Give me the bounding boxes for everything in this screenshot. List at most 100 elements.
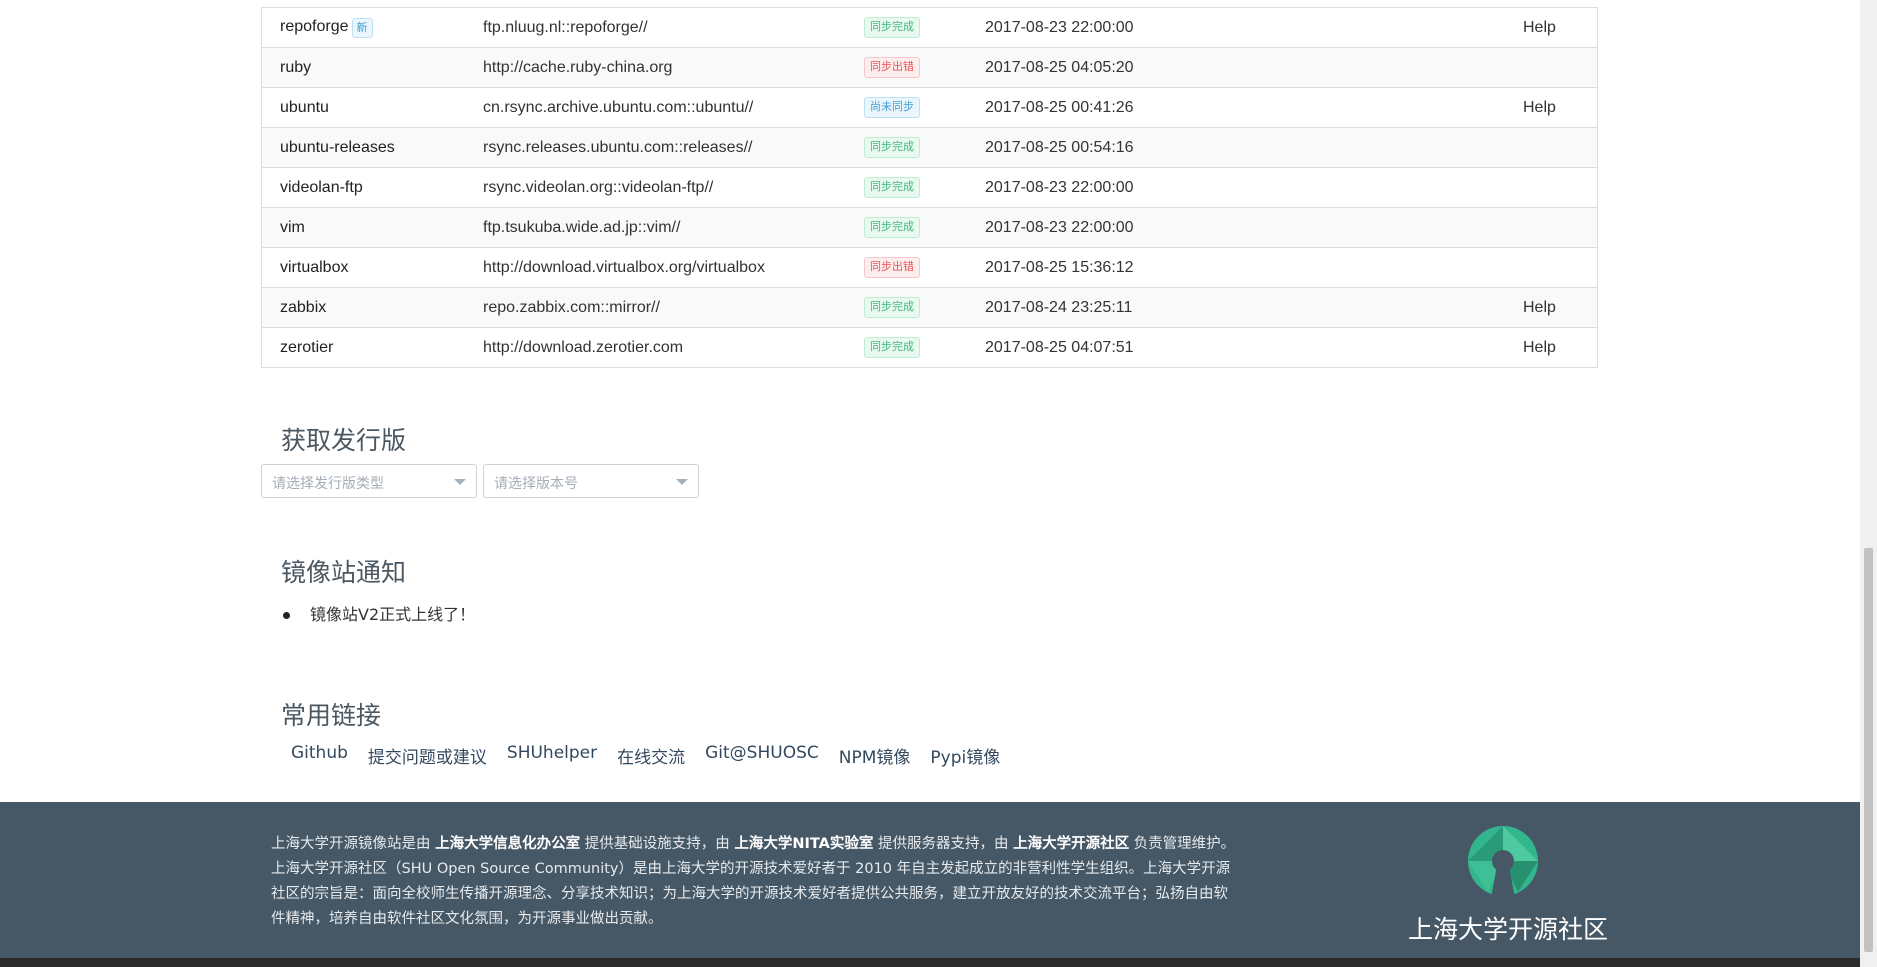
mirror-name: ubuntu [280, 98, 329, 116]
mirror-name-cell: zabbix [261, 287, 465, 328]
notice-list: 镜像站V2正式上线了！ [283, 602, 475, 628]
mirror-status-cell: 同步完成 [846, 167, 967, 208]
mirror-name-cell: ruby [261, 47, 465, 88]
mirror-status-cell: 同步出错 [846, 247, 967, 288]
footer-bottom-bar [0, 958, 1860, 967]
footer-suffix: 负责管理维护。 [1129, 836, 1236, 852]
notice-section-title: 镜像站通知 [281, 558, 407, 587]
link-shuhelper[interactable]: SHUhelper [507, 743, 597, 768]
mirror-last-sync: 2017-08-24 23:25:11 [967, 287, 1505, 328]
distro-type-select[interactable]: 请选择发行版类型 [261, 464, 477, 498]
footer-logo: 上海大学开源社区 [1408, 826, 1608, 946]
status-badge: 同步出错 [864, 257, 920, 278]
mirror-table-body: repoforge 新 ftp.nluug.nl::repoforge//同步完成 2… [261, 8, 1598, 368]
mirror-name-cell: ubuntu-releases [261, 127, 465, 168]
vertical-scrollbar[interactable] [1860, 0, 1877, 967]
status-badge: 同步完成 [864, 337, 920, 358]
mirror-last-sync: 2017-08-25 04:05:20 [967, 47, 1505, 88]
status-badge: 同步出错 [864, 57, 920, 78]
footer-mid2: 提供服务器支持，由 [873, 836, 1014, 852]
links-section-title: 常用链接 [281, 701, 382, 730]
mirror-upstream: repo.zabbix.com::mirror// [465, 287, 846, 328]
notice-item: 镜像站V2正式上线了！ [283, 602, 475, 628]
mirror-name-cell: zerotier [261, 327, 465, 368]
version-placeholder: 请选择版本号 [494, 476, 578, 492]
mirror-last-sync: 2017-08-23 22:00:00 [967, 207, 1505, 248]
help-link[interactable]: Help [1523, 19, 1556, 36]
release-section-title: 获取发行版 [281, 426, 407, 455]
scrollbar-thumb[interactable] [1864, 548, 1873, 952]
mirror-last-sync: 2017-08-25 00:41:26 [967, 87, 1505, 128]
mirror-status-cell: 同步完成 [846, 207, 967, 248]
mirror-name: zabbix [280, 298, 327, 316]
mirror-name: vim [280, 218, 305, 236]
distro-type-placeholder: 请选择发行版类型 [272, 476, 384, 492]
mirror-status-cell: 同步完成 [846, 127, 967, 168]
link-npm-mirror[interactable]: NPM镜像 [839, 743, 911, 768]
page: repoforge 新 ftp.nluug.nl::repoforge//同步完成 2… [0, 0, 1860, 967]
chevron-down-icon [676, 479, 688, 485]
bullet-icon [283, 612, 290, 619]
mirror-help-cell: Help [1505, 327, 1598, 368]
link-pypi-mirror[interactable]: Pypi镜像 [930, 743, 1000, 768]
mirror-last-sync: 2017-08-25 15:36:12 [967, 247, 1505, 288]
help-link[interactable]: Help [1523, 339, 1556, 356]
mirror-upstream: rsync.releases.ubuntu.com::releases// [465, 127, 846, 168]
table-row: videolan-ftp rsync.videolan.org::videolan… [261, 167, 1598, 208]
footer-org-info-office: 上海大学信息化办公室 [435, 836, 581, 852]
mirror-help-cell [1505, 207, 1598, 248]
mirror-name: zerotier [280, 338, 334, 356]
mirror-upstream: http://download.zerotier.com [465, 327, 846, 368]
mirror-last-sync: 2017-08-25 00:54:16 [967, 127, 1505, 168]
mirror-help-cell: Help [1505, 287, 1598, 328]
mirror-upstream: rsync.videolan.org::videolan-ftp// [465, 167, 846, 208]
mirror-name: virtualbox [280, 258, 349, 276]
mirror-status-cell: 同步出错 [846, 47, 967, 88]
mirror-status-cell: 尚未同步 [846, 87, 967, 128]
mirror-help-cell [1505, 247, 1598, 288]
mirror-status-cell: 同步完成 [846, 287, 967, 328]
link-feedback[interactable]: 提交问题或建议 [368, 743, 487, 768]
footer-description: 上海大学开源社区（SHU Open Source Community）是由上海大… [271, 861, 1231, 927]
mirror-help-cell [1505, 47, 1598, 88]
table-row: ruby http://cache.ruby-china.org 同步出错 2017-… [261, 47, 1598, 88]
mirror-upstream: cn.rsync.archive.ubuntu.com::ubuntu// [465, 87, 846, 128]
mirror-last-sync: 2017-08-23 22:00:00 [985, 18, 1134, 36]
new-badge: 新 [351, 17, 373, 38]
table-row: ubuntu-releases rsync.releases.ubuntu.com… [261, 127, 1598, 168]
mirror-help-cell [1505, 127, 1598, 168]
mirror-name: repoforge [280, 17, 349, 35]
status-badge: 同步完成 [864, 217, 920, 238]
footer: 上海大学开源镜像站是由 上海大学信息化办公室 提供基础设施支持，由 上海大学NI… [0, 802, 1860, 967]
link-online-chat[interactable]: 在线交流 [617, 743, 685, 768]
status-badge: 同步完成 [864, 137, 920, 158]
chevron-down-icon [454, 479, 466, 485]
footer-org-community: 上海大学开源社区 [1013, 836, 1130, 852]
table-row: vim ftp.tsukuba.wide.ad.jp::vim// 同步完成 2017… [261, 207, 1598, 248]
footer-logo-text: 上海大学开源社区 [1408, 915, 1609, 944]
table-row: ubuntu cn.rsync.archive.ubuntu.com::ubunt… [261, 87, 1598, 128]
version-select[interactable]: 请选择版本号 [483, 464, 699, 498]
mirror-help-cell: Help [1505, 8, 1598, 48]
mirror-upstream: http://download.virtualbox.org/virtualbo… [465, 247, 846, 288]
mirror-name-cell: vim [261, 207, 465, 248]
footer-mid1: 提供基础设施支持，由 [580, 836, 735, 852]
table-row: zerotier http://download.zerotier.com 同步完成… [261, 327, 1598, 368]
help-link[interactable]: Help [1523, 299, 1556, 316]
mirror-name: videolan-ftp [280, 178, 363, 196]
footer-org-nita-lab: 上海大学NITA实验室 [734, 836, 874, 852]
mirror-upstream: ftp.tsukuba.wide.ad.jp::vim// [465, 207, 846, 248]
status-badge: 尚未同步 [864, 97, 920, 118]
mirror-help-cell: Help [1505, 87, 1598, 128]
mirror-name-cell: repoforge 新 [262, 8, 466, 48]
open-source-keyhole-logo-icon [1468, 826, 1538, 898]
footer-support-line: 上海大学开源镜像站是由 上海大学信息化办公室 提供基础设施支持，由 上海大学NI… [271, 832, 1241, 857]
mirror-status-cell: 同步完成 [846, 8, 967, 48]
status-badge: 同步完成 [864, 17, 920, 38]
link-github[interactable]: Github [291, 743, 348, 768]
mirror-last-sync: 2017-08-23 22:00:00 [967, 167, 1505, 208]
mirror-name-cell: videolan-ftp [261, 167, 465, 208]
mirror-help-cell [1505, 167, 1598, 208]
help-link[interactable]: Help [1523, 99, 1556, 116]
link-git-shuosc[interactable]: Git@SHUOSC [705, 743, 819, 768]
